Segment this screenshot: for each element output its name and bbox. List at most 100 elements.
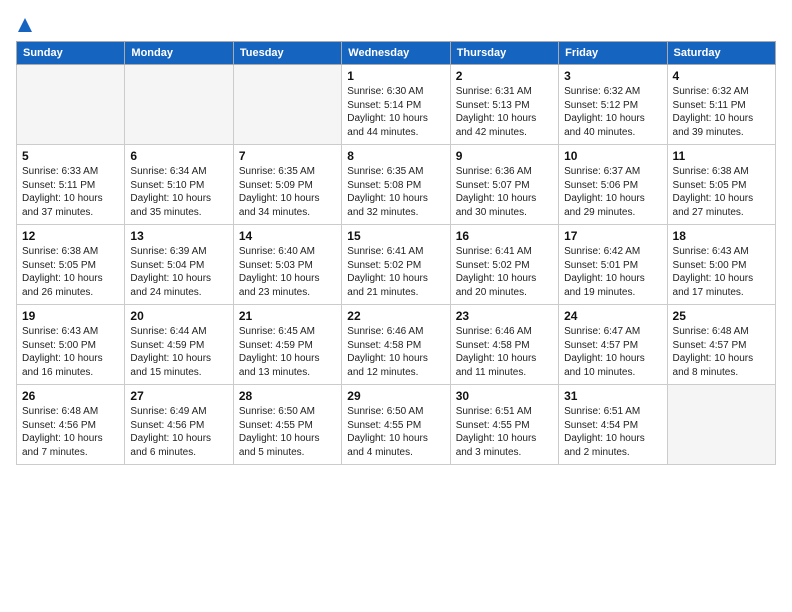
- calendar-cell: 28 Sunrise: 6:50 AM Sunset: 4:55 PM Dayli…: [233, 385, 341, 465]
- calendar-table: SundayMondayTuesdayWednesdayThursdayFrid…: [16, 41, 776, 465]
- calendar-cell: 20Sunrise: 6:44 AM Sunset: 4:59 PM Dayli…: [125, 305, 233, 385]
- logo-icon: [18, 16, 32, 37]
- day-number: 4: [673, 69, 770, 83]
- day-info: Sunrise: 6:50 AM Sunset: 4:55 PM Dayligh…: [239, 405, 336, 459]
- week-row-1: 1 Sunrise: 6:30 AM Sunset: 5:14 PM Daylig…: [17, 65, 776, 145]
- calendar-cell: 4 Sunrise: 6:32 AM Sunset: 5:11 PM Daylig…: [667, 65, 775, 145]
- day-header-tuesday: Tuesday: [233, 42, 341, 65]
- calendar-cell: 22 Sunrise: 6:46 AM Sunset: 4:58 PM Dayli…: [342, 305, 450, 385]
- day-number: 16: [456, 229, 553, 243]
- day-number: 25: [673, 309, 770, 323]
- day-number: 15: [347, 229, 444, 243]
- day-number: 3: [564, 69, 661, 83]
- day-header-monday: Monday: [125, 42, 233, 65]
- calendar-cell: [125, 65, 233, 145]
- day-number: 17: [564, 229, 661, 243]
- day-number: 22: [347, 309, 444, 323]
- logo: [16, 16, 34, 33]
- day-number: 13: [130, 229, 227, 243]
- calendar-header-row: SundayMondayTuesdayWednesdayThursdayFrid…: [17, 42, 776, 65]
- week-row-3: 12 Sunrise: 6:38 AM Sunset: 5:05 PM Dayli…: [17, 225, 776, 305]
- day-info: Sunrise: 6:39 AM Sunset: 5:04 PM Dayligh…: [130, 245, 227, 299]
- day-info: Sunrise: 6:45 AM Sunset: 4:59 PM Dayligh…: [239, 325, 336, 379]
- day-number: 18: [673, 229, 770, 243]
- page-header: [16, 16, 776, 33]
- calendar-cell: 12 Sunrise: 6:38 AM Sunset: 5:05 PM Dayli…: [17, 225, 125, 305]
- calendar-cell: 17 Sunrise: 6:42 AM Sunset: 5:01 PM Dayli…: [559, 225, 667, 305]
- day-info: Sunrise: 6:32 AM Sunset: 5:11 PM Dayligh…: [673, 85, 770, 139]
- day-number: 19: [22, 309, 119, 323]
- day-info: Sunrise: 6:42 AM Sunset: 5:01 PM Dayligh…: [564, 245, 661, 299]
- calendar-cell: 11Sunrise: 6:38 AM Sunset: 5:05 PM Dayli…: [667, 145, 775, 225]
- day-info: Sunrise: 6:51 AM Sunset: 4:55 PM Dayligh…: [456, 405, 553, 459]
- day-info: Sunrise: 6:41 AM Sunset: 5:02 PM Dayligh…: [456, 245, 553, 299]
- calendar-cell: 18 Sunrise: 6:43 AM Sunset: 5:00 PM Dayli…: [667, 225, 775, 305]
- calendar-cell: 23Sunrise: 6:46 AM Sunset: 4:58 PM Dayli…: [450, 305, 558, 385]
- calendar-cell: 1 Sunrise: 6:30 AM Sunset: 5:14 PM Daylig…: [342, 65, 450, 145]
- day-number: 24: [564, 309, 661, 323]
- day-info: Sunrise: 6:36 AM Sunset: 5:07 PM Dayligh…: [456, 165, 553, 219]
- week-row-2: 5 Sunrise: 6:33 AM Sunset: 5:11 PM Daylig…: [17, 145, 776, 225]
- calendar-cell: [17, 65, 125, 145]
- day-number: 12: [22, 229, 119, 243]
- day-info: Sunrise: 6:46 AM Sunset: 4:58 PM Dayligh…: [347, 325, 444, 379]
- day-info: Sunrise: 6:44 AM Sunset: 4:59 PM Dayligh…: [130, 325, 227, 379]
- week-row-4: 19 Sunrise: 6:43 AM Sunset: 5:00 PM Dayli…: [17, 305, 776, 385]
- day-number: 10: [564, 149, 661, 163]
- calendar-cell: 21 Sunrise: 6:45 AM Sunset: 4:59 PM Dayli…: [233, 305, 341, 385]
- calendar-cell: 19 Sunrise: 6:43 AM Sunset: 5:00 PM Dayli…: [17, 305, 125, 385]
- calendar-cell: 14Sunrise: 6:40 AM Sunset: 5:03 PM Dayli…: [233, 225, 341, 305]
- calendar-cell: 10 Sunrise: 6:37 AM Sunset: 5:06 PM Dayli…: [559, 145, 667, 225]
- calendar-cell: [233, 65, 341, 145]
- day-info: Sunrise: 6:35 AM Sunset: 5:09 PM Dayligh…: [239, 165, 336, 219]
- day-number: 1: [347, 69, 444, 83]
- day-info: Sunrise: 6:43 AM Sunset: 5:00 PM Dayligh…: [673, 245, 770, 299]
- calendar-cell: 3 Sunrise: 6:32 AM Sunset: 5:12 PM Daylig…: [559, 65, 667, 145]
- day-header-wednesday: Wednesday: [342, 42, 450, 65]
- day-number: 6: [130, 149, 227, 163]
- day-number: 5: [22, 149, 119, 163]
- day-number: 21: [239, 309, 336, 323]
- day-info: Sunrise: 6:43 AM Sunset: 5:00 PM Dayligh…: [22, 325, 119, 379]
- calendar-cell: 24 Sunrise: 6:47 AM Sunset: 4:57 PM Dayli…: [559, 305, 667, 385]
- day-info: Sunrise: 6:49 AM Sunset: 4:56 PM Dayligh…: [130, 405, 227, 459]
- day-header-saturday: Saturday: [667, 42, 775, 65]
- day-info: Sunrise: 6:34 AM Sunset: 5:10 PM Dayligh…: [130, 165, 227, 219]
- day-info: Sunrise: 6:37 AM Sunset: 5:06 PM Dayligh…: [564, 165, 661, 219]
- day-number: 2: [456, 69, 553, 83]
- day-info: Sunrise: 6:32 AM Sunset: 5:12 PM Dayligh…: [564, 85, 661, 139]
- day-info: Sunrise: 6:48 AM Sunset: 4:57 PM Dayligh…: [673, 325, 770, 379]
- calendar-cell: 7Sunrise: 6:35 AM Sunset: 5:09 PM Daylig…: [233, 145, 341, 225]
- day-info: Sunrise: 6:38 AM Sunset: 5:05 PM Dayligh…: [22, 245, 119, 299]
- calendar-cell: 9 Sunrise: 6:36 AM Sunset: 5:07 PM Daylig…: [450, 145, 558, 225]
- day-info: Sunrise: 6:50 AM Sunset: 4:55 PM Dayligh…: [347, 405, 444, 459]
- day-number: 9: [456, 149, 553, 163]
- day-header-friday: Friday: [559, 42, 667, 65]
- calendar-cell: 25 Sunrise: 6:48 AM Sunset: 4:57 PM Dayli…: [667, 305, 775, 385]
- calendar-cell: 26Sunrise: 6:48 AM Sunset: 4:56 PM Dayli…: [17, 385, 125, 465]
- day-number: 11: [673, 149, 770, 163]
- day-info: Sunrise: 6:47 AM Sunset: 4:57 PM Dayligh…: [564, 325, 661, 379]
- day-header-sunday: Sunday: [17, 42, 125, 65]
- day-info: Sunrise: 6:31 AM Sunset: 5:13 PM Dayligh…: [456, 85, 553, 139]
- day-info: Sunrise: 6:33 AM Sunset: 5:11 PM Dayligh…: [22, 165, 119, 219]
- day-info: Sunrise: 6:41 AM Sunset: 5:02 PM Dayligh…: [347, 245, 444, 299]
- calendar-cell: 16 Sunrise: 6:41 AM Sunset: 5:02 PM Dayli…: [450, 225, 558, 305]
- day-number: 23: [456, 309, 553, 323]
- day-header-thursday: Thursday: [450, 42, 558, 65]
- day-info: Sunrise: 6:51 AM Sunset: 4:54 PM Dayligh…: [564, 405, 661, 459]
- calendar-cell: 27 Sunrise: 6:49 AM Sunset: 4:56 PM Dayli…: [125, 385, 233, 465]
- calendar-cell: 8Sunrise: 6:35 AM Sunset: 5:08 PM Daylig…: [342, 145, 450, 225]
- calendar-cell: 31 Sunrise: 6:51 AM Sunset: 4:54 PM Dayli…: [559, 385, 667, 465]
- calendar-cell: 5 Sunrise: 6:33 AM Sunset: 5:11 PM Daylig…: [17, 145, 125, 225]
- day-number: 27: [130, 389, 227, 403]
- calendar-cell: 6 Sunrise: 6:34 AM Sunset: 5:10 PM Daylig…: [125, 145, 233, 225]
- calendar-cell: 29Sunrise: 6:50 AM Sunset: 4:55 PM Dayli…: [342, 385, 450, 465]
- day-number: 26: [22, 389, 119, 403]
- calendar-cell: 30Sunrise: 6:51 AM Sunset: 4:55 PM Dayli…: [450, 385, 558, 465]
- calendar-cell: [667, 385, 775, 465]
- calendar-cell: 2 Sunrise: 6:31 AM Sunset: 5:13 PM Daylig…: [450, 65, 558, 145]
- day-info: Sunrise: 6:30 AM Sunset: 5:14 PM Dayligh…: [347, 85, 444, 139]
- day-number: 31: [564, 389, 661, 403]
- day-number: 28: [239, 389, 336, 403]
